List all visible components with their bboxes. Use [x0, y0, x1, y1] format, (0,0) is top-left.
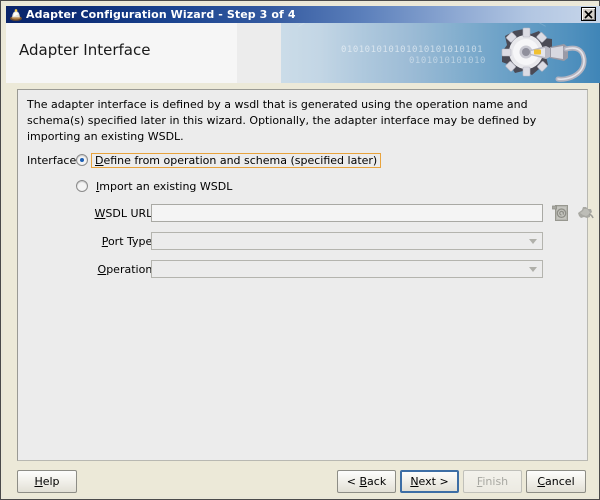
radio-label-define-from-operation[interactable]: Define from operation and schema (specif…	[91, 152, 382, 168]
operation-label: Operation:	[63, 263, 156, 276]
wizard-hat-icon	[9, 8, 23, 22]
wizard-banner: Adapter Interface 0101010101010101010101…	[6, 23, 600, 83]
help-button-rest: elp	[42, 475, 60, 488]
mnemonic-letter: W	[94, 207, 106, 220]
wsdl-url-label: WSDL URL:	[63, 207, 157, 220]
banner-binary-text: 010101010101010101010101	[341, 45, 484, 55]
titlebar[interactable]: Adapter Configuration Wizard - Step 3 of…	[6, 6, 600, 23]
finish-button-rest: inish	[482, 475, 509, 488]
description-text: The adapter interface is defined by a ws…	[27, 98, 537, 143]
operation-dropdown[interactable]	[151, 260, 543, 278]
browse-wsdl-document-icon[interactable]	[552, 204, 570, 222]
interface-label: Interface:	[27, 154, 80, 167]
mnemonic-letter: B	[359, 475, 368, 488]
port-type-label: Port Type:	[63, 235, 156, 248]
close-icon[interactable]	[581, 7, 596, 21]
cancel-button[interactable]: Cancel	[526, 470, 586, 493]
wsdl-url-label-rest: SDL URL:	[105, 207, 156, 220]
radio-button-define-from-operation[interactable]	[76, 154, 88, 166]
chevron-down-icon	[529, 267, 537, 272]
back-button[interactable]: < Back	[337, 470, 396, 493]
radio-option-define-from-operation[interactable]: Define from operation and schema (specif…	[76, 152, 382, 168]
radio-label-rest: mport an existing WSDL	[99, 179, 233, 193]
search-wsdl-icon[interactable]	[576, 204, 594, 222]
operation-label-rest: peration:	[106, 263, 156, 276]
radio-button-import-existing-wsdl[interactable]	[76, 180, 88, 192]
window-title: Adapter Configuration Wizard - Step 3 of…	[26, 8, 296, 21]
chevron-down-icon	[529, 239, 537, 244]
mnemonic-letter: C	[537, 475, 546, 488]
mnemonic-letter: H	[34, 475, 43, 488]
finish-button: Finish	[463, 470, 522, 493]
radio-label-import-existing-wsdl[interactable]: Import an existing WSDL	[93, 179, 235, 194]
content-panel: The adapter interface is defined by a ws…	[17, 89, 594, 461]
cancel-button-rest: ancel	[545, 475, 575, 488]
radio-option-import-existing-wsdl[interactable]: Import an existing WSDL	[76, 178, 235, 194]
gear-with-cable-icon	[484, 25, 594, 83]
radio-label-rest: efine from operation and schema (specifi…	[103, 153, 378, 167]
dialog-button-bar: Help < Back Next > Finish Cancel	[3, 465, 599, 499]
banner-artwork: 010101010101010101010101 0101010101010	[281, 23, 600, 83]
port-type-label-rest: ort Type:	[107, 235, 156, 248]
port-type-dropdown[interactable]	[151, 232, 543, 250]
window-inner-frame: Adapter Configuration Wizard - Step 3 of…	[2, 2, 600, 499]
mnemonic-letter: O	[97, 263, 107, 276]
back-button-rest: ack	[367, 475, 387, 488]
wizard-window: Adapter Configuration Wizard - Step 3 of…	[0, 0, 600, 500]
banner-binary-text-2: 0101010101010	[409, 56, 486, 66]
page-title: Adapter Interface	[19, 41, 151, 59]
wsdl-url-input[interactable]	[151, 204, 543, 222]
mnemonic-letter: N	[410, 475, 419, 488]
help-button[interactable]: Help	[17, 470, 77, 493]
next-button[interactable]: Next >	[400, 470, 459, 493]
next-button-rest: ext >	[418, 475, 449, 488]
back-button-prefix: <	[346, 475, 360, 488]
